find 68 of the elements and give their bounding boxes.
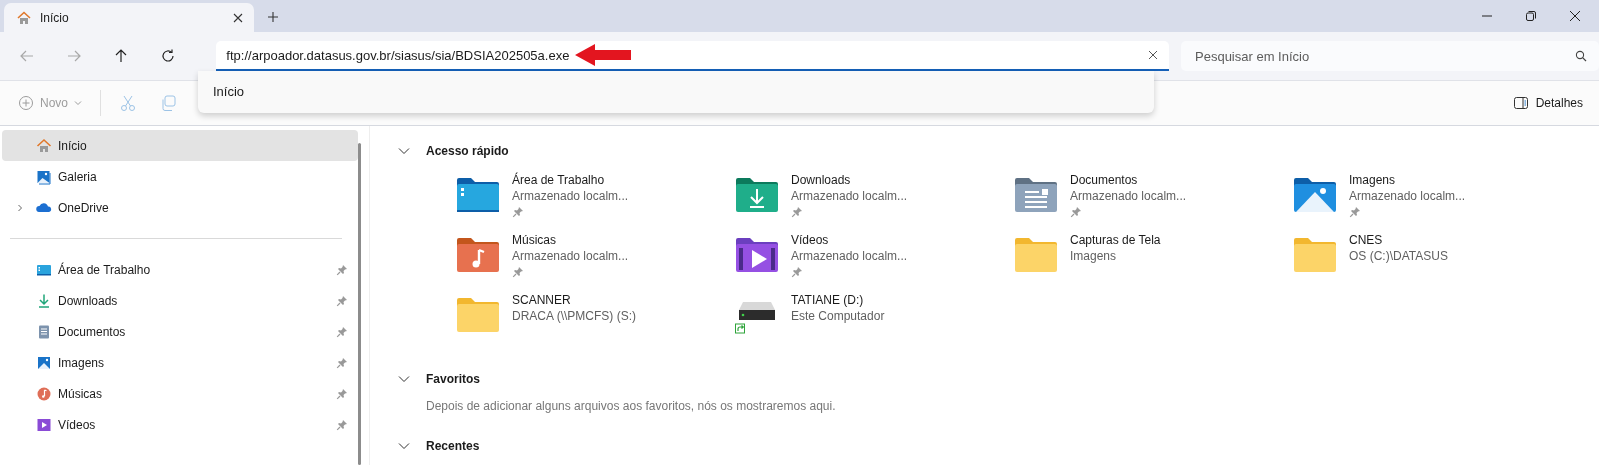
gallery-icon (36, 168, 52, 185)
folder-icon (1014, 176, 1058, 214)
folder-icon (456, 176, 500, 214)
refresh-icon[interactable] (160, 48, 176, 64)
new-tab-icon[interactable] (267, 11, 279, 23)
empty-message: Depois de adicionar alguns arquivos aos favoritos, nós os mostraremos aqui. (426, 399, 837, 413)
folder-icon (1293, 236, 1337, 274)
downloads-icon (36, 292, 52, 309)
details-button[interactable]: Detalhes (1512, 95, 1583, 111)
quick-access-item[interactable]: Downloads Armazenado localm... (735, 172, 1014, 232)
sidebar-item[interactable]: Downloads (2, 285, 358, 316)
quick-access-item[interactable]: Capturas de Tela Imagens (1014, 232, 1293, 292)
videos-icon (36, 416, 52, 433)
close-icon[interactable] (1569, 10, 1581, 22)
sidebar-item[interactable]: Imagens (2, 347, 358, 378)
sidebar-item[interactable]: Músicas (2, 378, 358, 409)
chevron-right-icon[interactable] (16, 203, 24, 212)
folder-icon (1014, 236, 1058, 274)
suggestion-item[interactable]: Início (198, 77, 260, 107)
folder-icon (735, 236, 779, 274)
folder-icon (456, 296, 500, 334)
restore-icon[interactable] (1525, 10, 1537, 22)
music-icon (36, 385, 52, 402)
sidebar-item[interactable]: Documentos (2, 316, 358, 347)
quick-access-item[interactable]: CNES OS (C:)\DATASUS (1293, 232, 1572, 292)
folder-icon (456, 236, 500, 274)
pin-icon[interactable] (336, 263, 348, 276)
chevron-down-icon[interactable] (398, 373, 410, 385)
quick-access-item[interactable]: Músicas Armazenado localm... (456, 232, 735, 292)
sidebar-item[interactable]: OneDrive (2, 192, 358, 223)
arrow-annotation-icon (575, 43, 632, 67)
pin-icon[interactable] (336, 294, 348, 307)
folder-icon (1293, 176, 1337, 214)
pin-icon[interactable] (336, 356, 348, 369)
sidebar-item[interactable]: Início (2, 130, 358, 161)
images-icon (36, 354, 52, 371)
address-field[interactable]: ftp://arpoador.datasus.gov.br/siasus/sia/BDSIA202505a.exe (216, 41, 1169, 71)
sidebar-item[interactable]: Área de Trabalho (2, 254, 358, 285)
chevron-down-icon[interactable] (398, 440, 410, 452)
quick-access-item[interactable]: Imagens Armazenado localm... (1293, 172, 1572, 232)
section-header[interactable]: Acesso rápido (426, 144, 509, 158)
quick-access-item[interactable]: SCANNER DRACA (\\PMCFS) (S:) (456, 292, 735, 352)
section-header[interactable]: Favoritos (426, 372, 480, 386)
search-icon (1575, 50, 1587, 62)
home-icon (36, 137, 52, 154)
documents-icon (36, 323, 52, 340)
pin-icon[interactable] (336, 387, 348, 400)
quick-access-item[interactable]: Vídeos Armazenado localm... (735, 232, 1014, 292)
chevron-down-icon[interactable] (398, 145, 410, 157)
scrollbar[interactable] (358, 143, 361, 465)
sidebar-item[interactable]: Galeria (2, 161, 358, 192)
section-header[interactable]: Recentes (426, 439, 480, 453)
up-arrow-icon[interactable] (113, 48, 129, 64)
pin-icon[interactable] (336, 418, 348, 431)
window-tab[interactable]: Início (4, 3, 254, 32)
clear-icon[interactable] (1147, 49, 1159, 61)
details-pane-icon (1512, 95, 1529, 111)
quick-access-item[interactable]: TATIANE (D:) Este Computador (735, 292, 1014, 352)
home-icon (16, 9, 32, 26)
quick-access-item[interactable]: Área de Trabalho Armazenado localm... (456, 172, 735, 232)
plus-icon (18, 95, 34, 111)
folder-icon (735, 176, 779, 214)
sidebar-item[interactable]: Vídeos (2, 409, 358, 440)
quick-access-item[interactable]: Documentos Armazenado localm... (1014, 172, 1293, 232)
search-field[interactable]: Pesquisar em Início (1181, 41, 1599, 71)
pin-icon[interactable] (336, 325, 348, 338)
caret-icon (74, 99, 82, 107)
close-icon[interactable] (232, 11, 244, 24)
